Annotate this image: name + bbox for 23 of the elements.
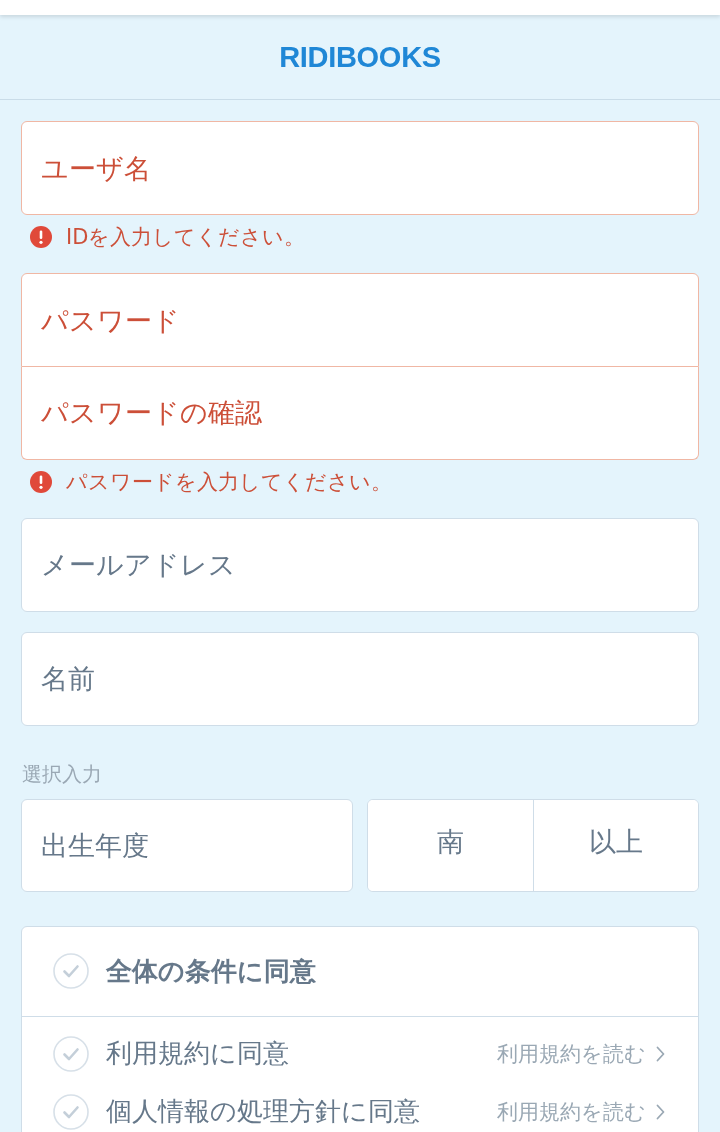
error-message: パスワードを入力してください。 xyxy=(66,470,392,494)
check-circle-icon[interactable] xyxy=(53,1035,89,1072)
chevron-right-icon xyxy=(656,1103,665,1120)
input-field[interactable]: 名前 xyxy=(21,631,699,726)
section-label: 選択入力 xyxy=(22,761,102,786)
segment-button[interactable]: 以上 xyxy=(532,799,698,891)
error-message: IDを入力してください。 xyxy=(66,226,306,249)
error-icon xyxy=(30,226,52,248)
input-field[interactable]: 出生年度 xyxy=(21,798,353,892)
agreement-label: 利用規約に同意 xyxy=(106,1037,289,1070)
check-circle-icon[interactable] xyxy=(53,1093,89,1130)
input-field[interactable]: ユーザ名 xyxy=(21,121,699,215)
read-terms-link[interactable]: 利用規約を読む xyxy=(497,1039,665,1068)
error-icon xyxy=(30,470,52,493)
agreement-label: 全体の条件に同意 xyxy=(106,954,316,988)
input-field[interactable]: パスワード xyxy=(21,273,699,367)
check-circle-icon[interactable] xyxy=(53,953,89,989)
app-logo[interactable]: RIDIBOOKS xyxy=(279,40,441,74)
agreement-label: 個人情報の処理方針に同意 xyxy=(106,1095,420,1128)
read-terms-link[interactable]: 利用規約を読む xyxy=(497,1097,665,1126)
input-field[interactable]: パスワードの確認 xyxy=(21,367,699,460)
input-field[interactable]: メールアドレス xyxy=(21,517,699,612)
chevron-right-icon xyxy=(656,1045,665,1062)
